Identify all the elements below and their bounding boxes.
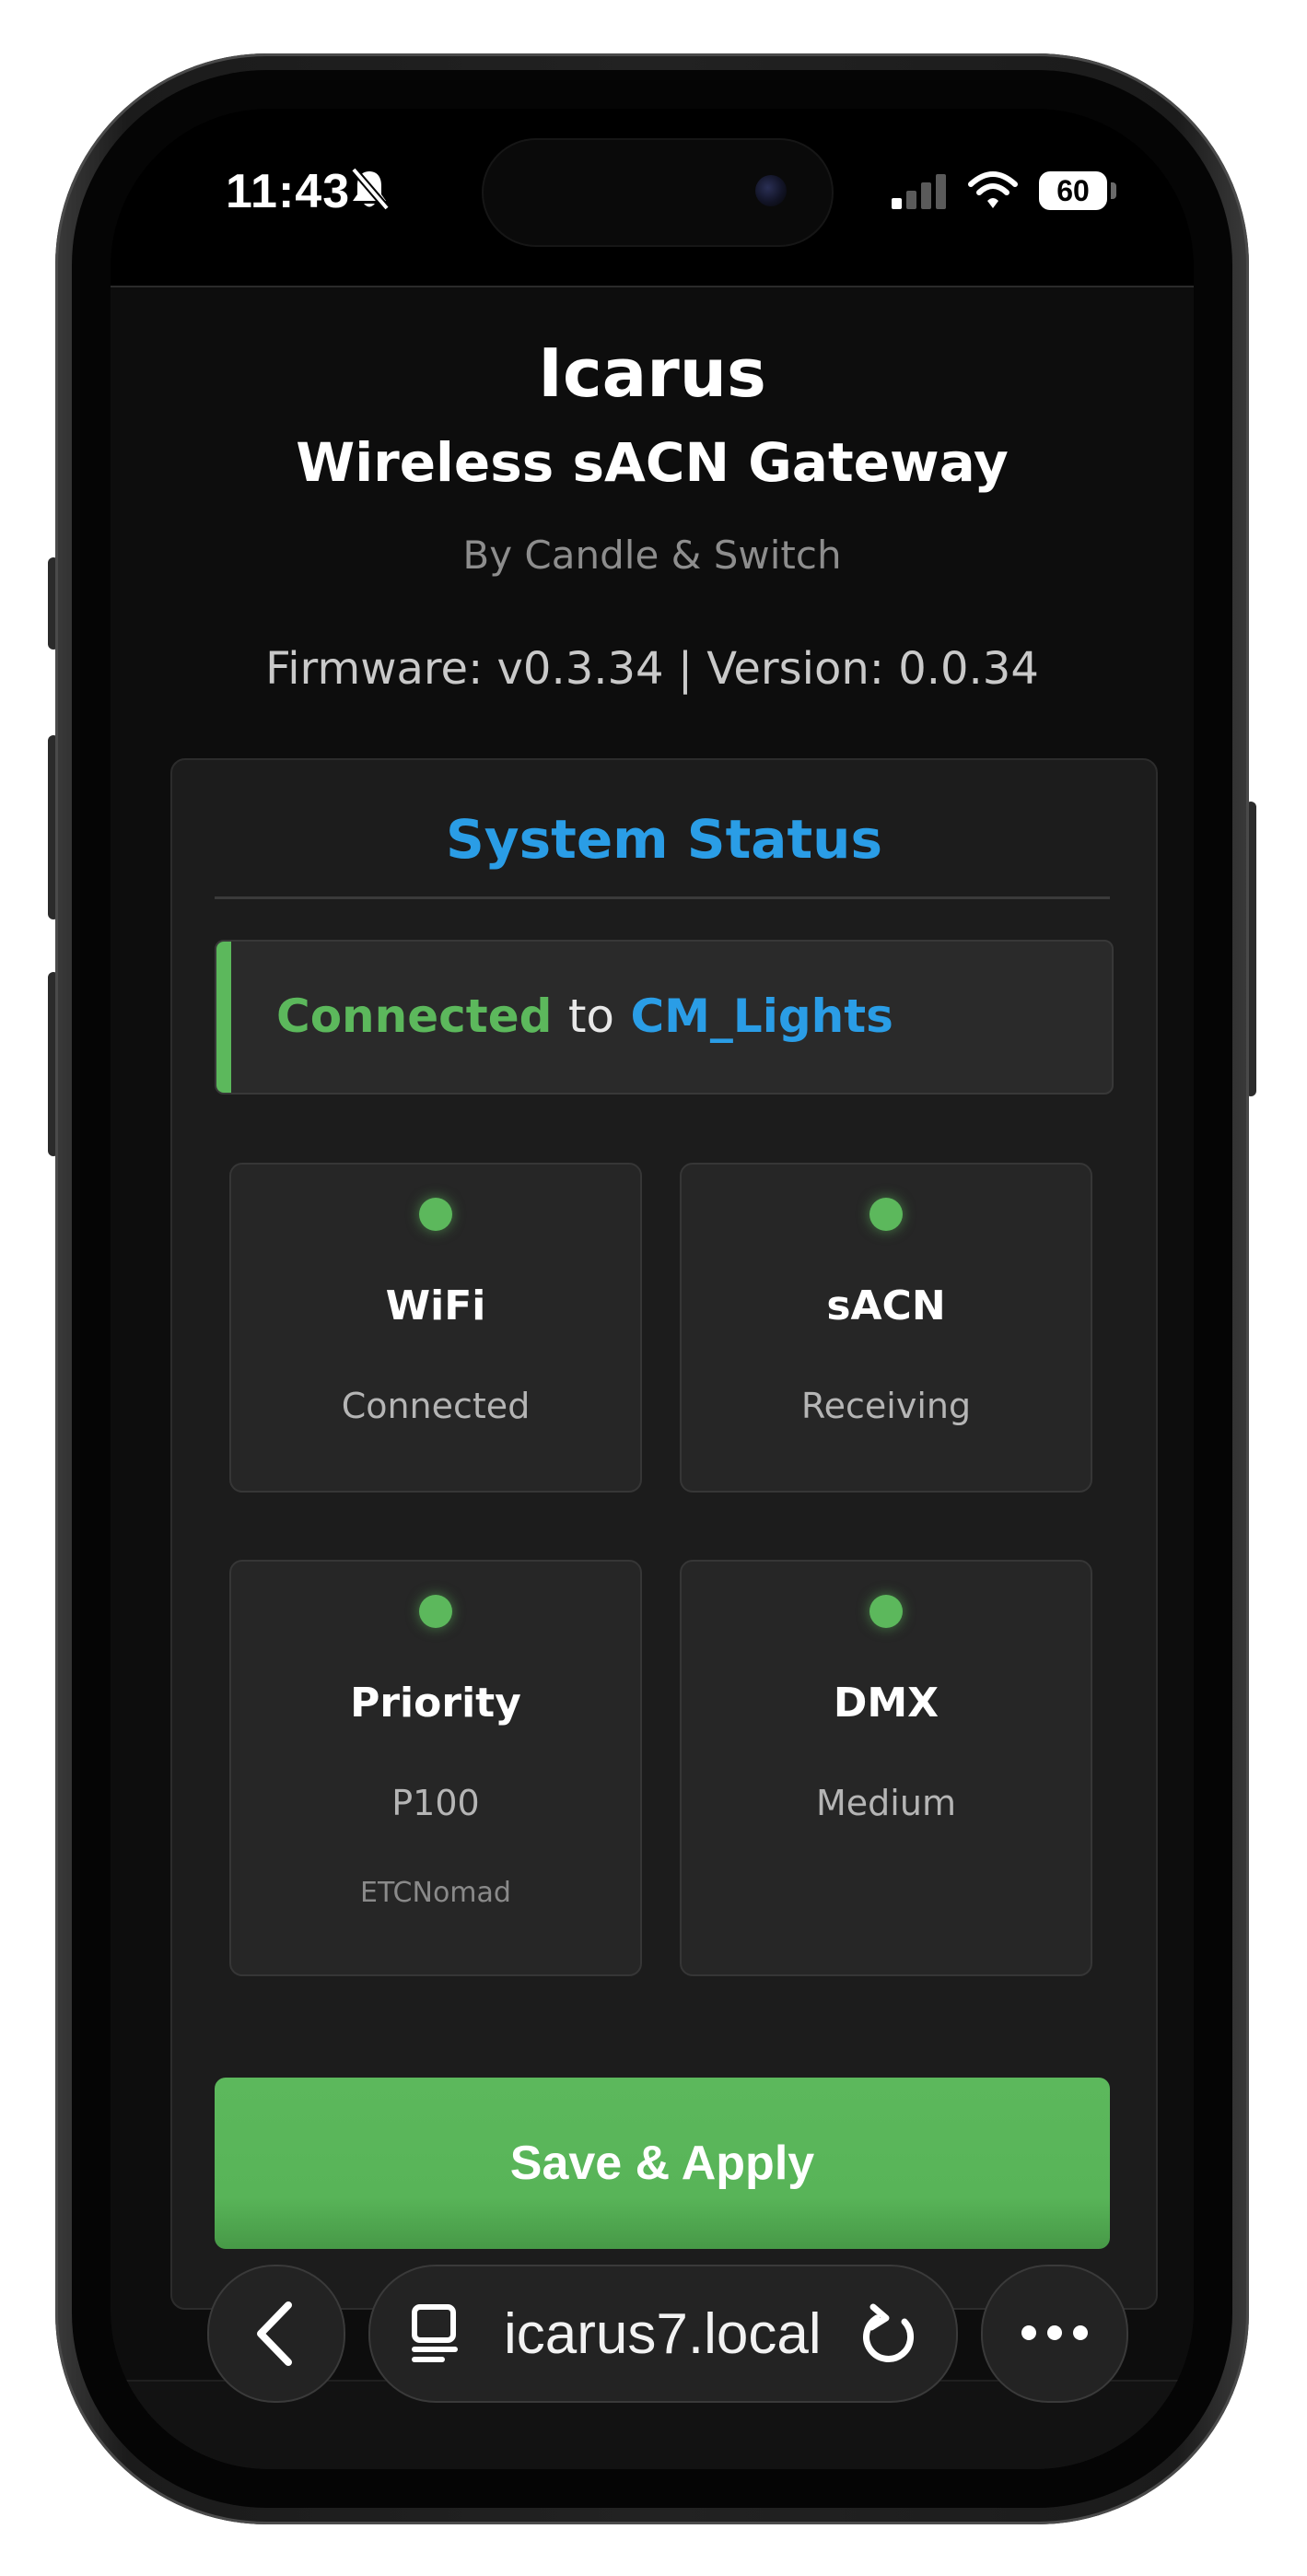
battery-icon: 60 [1039,171,1107,210]
page-icon [412,2304,458,2362]
card-title: DMX [833,1680,939,1727]
more-icon [1021,2325,1088,2340]
divider [215,896,1110,899]
status-card-priority: Priority P100 ETCNomad [229,1560,642,1976]
bell-slash-icon [350,167,391,211]
back-button[interactable] [207,2265,345,2403]
status-indicator-dot [419,1595,452,1628]
url-text: icarus7.local [504,2302,822,2366]
card-source: ETCNomad [360,1877,511,1909]
card-value: Receiving [800,1386,972,1426]
status-indicator-dot [869,1198,903,1231]
status-time: 11:43 [226,165,351,218]
network-name: CM_Lights [630,989,893,1043]
wifi-icon [968,171,1018,208]
connection-joiner: to [567,989,615,1043]
status-card-dmx: DMX Medium [680,1560,1092,1976]
status-card-wifi: WiFi Connected [229,1163,642,1493]
panel-title: System Status [446,808,882,871]
front-camera [755,175,787,206]
card-title: Priority [350,1680,521,1727]
battery-level: 60 [1056,174,1090,207]
page-subtitle: Wireless sACN Gateway [296,431,1009,494]
byline: By Candle & Switch [462,533,842,578]
back-icon [257,2301,292,2366]
status-indicator-dot [419,1198,452,1231]
phone-screen: 11:43 60 Icarus Wireless sACN Gateway By… [111,109,1194,2469]
battery-cap [1111,182,1116,199]
more-button[interactable] [981,2265,1128,2403]
card-value: Medium [816,1783,956,1823]
cellular-signal-icon [892,174,946,209]
card-title: sACN [826,1282,946,1329]
firmware-info: Firmware: v0.3.34 | Version: 0.0.34 [265,643,1039,695]
connection-text: Connected to CM_Lights [276,989,893,1043]
status-card-sacn: sACN Receiving [680,1163,1092,1493]
card-title: WiFi [385,1282,486,1329]
connection-state: Connected [276,989,553,1043]
address-bar[interactable]: icarus7.local [368,2265,958,2403]
status-indicator-dot [869,1595,903,1628]
page-title: Icarus [538,334,766,412]
reload-icon[interactable] [858,2300,923,2368]
system-status-panel: System Status Connected to CM_Lights WiF… [170,758,1158,2310]
connection-accent-bar [216,942,231,1093]
card-value: P100 [391,1783,480,1823]
save-apply-button[interactable]: Save & Apply [215,2078,1110,2249]
connection-banner: Connected to CM_Lights [215,940,1114,1095]
card-value: Connected [341,1386,531,1426]
